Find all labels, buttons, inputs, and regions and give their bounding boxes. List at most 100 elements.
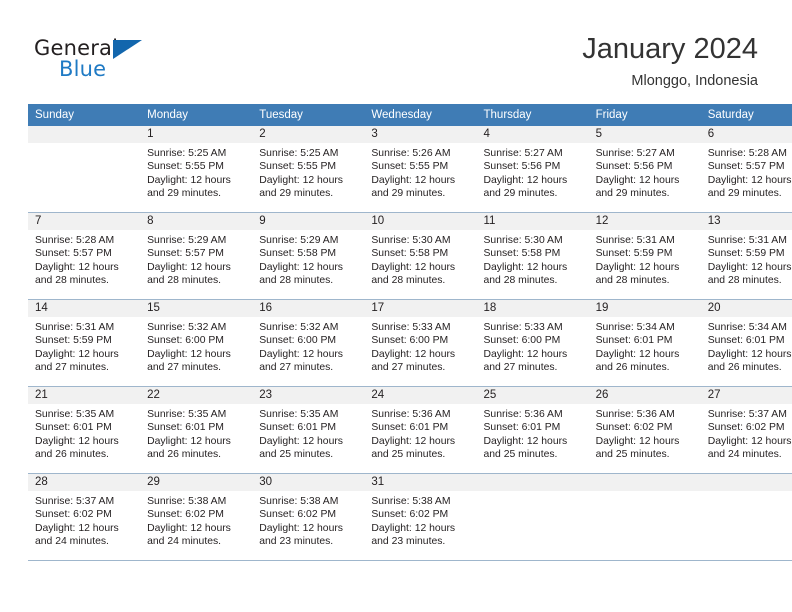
sunrise-text: Sunrise: 5:31 AM xyxy=(35,322,115,333)
daylight-text-line2: and 25 minutes. xyxy=(259,449,334,461)
calendar-cell-day[interactable]: 20 Sunrise: 5:34 AM Sunset: 6:01 PM Dayligh… xyxy=(700,299,792,387)
day-number xyxy=(476,474,589,491)
day-details: Sunrise: 5:29 AM Sunset: 5:58 PM Daylight:… xyxy=(252,230,364,288)
sunrise-text: Sunrise: 5:30 AM xyxy=(483,235,563,246)
sunrise-text: Sunrise: 5:25 AM xyxy=(259,148,339,159)
calendar-cell-day[interactable]: 26 Sunrise: 5:36 AM Sunset: 6:02 PM Dayligh… xyxy=(588,386,701,474)
sunset-text: Sunset: 5:55 PM xyxy=(371,161,449,173)
calendar-cell-day[interactable]: 24 Sunrise: 5:36 AM Sunset: 6:01 PM Dayligh… xyxy=(364,386,477,474)
calendar-cell-empty xyxy=(28,126,141,213)
calendar-cell-day[interactable]: 4 Sunrise: 5:27 AM Sunset: 5:56 PM Daylight… xyxy=(476,126,589,213)
daylight-text-line2: and 24 minutes. xyxy=(707,449,782,461)
calendar-cell-day[interactable]: 19 Sunrise: 5:34 AM Sunset: 6:01 PM Dayligh… xyxy=(588,299,701,387)
calendar-cell-day[interactable]: 22 Sunrise: 5:35 AM Sunset: 6:01 PM Dayligh… xyxy=(140,386,253,474)
calendar-cell-day[interactable]: 8 Sunrise: 5:29 AM Sunset: 5:57 PM Daylight… xyxy=(140,212,253,300)
day-number: 8 xyxy=(140,213,253,230)
sunrise-text: Sunrise: 5:37 AM xyxy=(35,496,115,507)
calendar-cell-day[interactable]: 2 Sunrise: 5:25 AM Sunset: 5:55 PM Daylight… xyxy=(252,126,365,213)
sunrise-text: Sunrise: 5:30 AM xyxy=(371,235,451,246)
brand-logo[interactable]: General Blue xyxy=(34,36,164,86)
calendar-cell-day[interactable]: 7 Sunrise: 5:28 AM Sunset: 5:57 PM Daylight… xyxy=(28,212,141,300)
calendar-cell-day[interactable]: 10 Sunrise: 5:30 AM Sunset: 5:58 PM Dayligh… xyxy=(364,212,477,300)
weekday-header-wednesday: Wednesday xyxy=(364,104,477,126)
calendar-cell-day[interactable]: 23 Sunrise: 5:35 AM Sunset: 6:01 PM Dayligh… xyxy=(252,386,365,474)
daylight-text-line1: Daylight: 12 hours xyxy=(595,435,680,447)
day-number: 16 xyxy=(252,300,365,317)
daylight-text-line1: Daylight: 12 hours xyxy=(707,261,792,273)
calendar-cell-day[interactable]: 3 Sunrise: 5:26 AM Sunset: 5:55 PM Daylight… xyxy=(364,126,477,213)
calendar-week-row: 1 Sunrise: 5:25 AM Sunset: 5:55 PM Daylight… xyxy=(28,126,792,213)
calendar-cell-day[interactable]: 9 Sunrise: 5:29 AM Sunset: 5:58 PM Daylight… xyxy=(252,212,365,300)
calendar-week-row: 7 Sunrise: 5:28 AM Sunset: 5:57 PM Daylight… xyxy=(28,212,792,300)
calendar-body: 1 Sunrise: 5:25 AM Sunset: 5:55 PM Daylight… xyxy=(28,126,792,561)
day-details: Sunrise: 5:38 AM Sunset: 6:02 PM Daylight:… xyxy=(252,491,364,549)
daylight-text-line1: Daylight: 12 hours xyxy=(595,261,680,273)
calendar-cell-day[interactable]: 25 Sunrise: 5:36 AM Sunset: 6:01 PM Dayligh… xyxy=(476,386,589,474)
calendar-cell-day[interactable]: 14 Sunrise: 5:31 AM Sunset: 5:59 PM Dayligh… xyxy=(28,299,141,387)
day-number xyxy=(588,474,701,491)
daylight-text-line1: Daylight: 12 hours xyxy=(483,261,568,273)
day-details: Sunrise: 5:30 AM Sunset: 5:58 PM Daylight:… xyxy=(364,230,476,288)
daylight-text-line2: and 27 minutes. xyxy=(483,362,558,374)
daylight-text-line1: Daylight: 12 hours xyxy=(259,435,343,447)
day-details: Sunrise: 5:36 AM Sunset: 6:02 PM Daylight:… xyxy=(589,404,701,462)
daylight-text-line2: and 28 minutes. xyxy=(147,275,222,287)
calendar-cell-day[interactable]: 5 Sunrise: 5:27 AM Sunset: 5:56 PM Daylight… xyxy=(588,126,701,213)
sunset-text: Sunset: 5:57 PM xyxy=(35,248,112,260)
daylight-text-line2: and 28 minutes. xyxy=(371,275,446,287)
daylight-text-line2: and 27 minutes. xyxy=(259,362,334,374)
sunrise-text: Sunrise: 5:37 AM xyxy=(707,409,787,420)
calendar-cell-day[interactable]: 17 Sunrise: 5:33 AM Sunset: 6:00 PM Dayligh… xyxy=(364,299,477,387)
day-number: 3 xyxy=(364,126,477,143)
sunset-text: Sunset: 5:58 PM xyxy=(483,248,561,260)
sunrise-text: Sunrise: 5:38 AM xyxy=(147,496,227,507)
calendar-cell-day[interactable]: 29 Sunrise: 5:38 AM Sunset: 6:02 PM Dayligh… xyxy=(140,473,253,561)
day-details: Sunrise: 5:37 AM Sunset: 6:02 PM Daylight:… xyxy=(701,404,792,462)
weekday-header-saturday: Saturday xyxy=(700,104,792,126)
day-number: 4 xyxy=(476,126,589,143)
calendar-cell-day[interactable]: 18 Sunrise: 5:33 AM Sunset: 6:00 PM Dayligh… xyxy=(476,299,589,387)
daylight-text-line2: and 24 minutes. xyxy=(35,536,109,548)
day-number xyxy=(28,126,141,143)
daylight-text-line1: Daylight: 12 hours xyxy=(147,522,231,534)
day-number: 7 xyxy=(28,213,141,230)
sunset-text: Sunset: 6:02 PM xyxy=(259,509,337,521)
day-details: Sunrise: 5:32 AM Sunset: 6:00 PM Daylight:… xyxy=(140,317,252,375)
sunrise-text: Sunrise: 5:31 AM xyxy=(707,235,787,246)
daylight-text-line1: Daylight: 12 hours xyxy=(707,435,792,447)
daylight-text-line2: and 29 minutes. xyxy=(483,188,558,200)
calendar-cell-day[interactable]: 15 Sunrise: 5:32 AM Sunset: 6:00 PM Dayligh… xyxy=(140,299,253,387)
calendar-cell-day[interactable]: 13 Sunrise: 5:31 AM Sunset: 5:59 PM Dayligh… xyxy=(700,212,792,300)
daylight-text-line1: Daylight: 12 hours xyxy=(371,261,456,273)
calendar-cell-day[interactable]: 6 Sunrise: 5:28 AM Sunset: 5:57 PM Daylight… xyxy=(700,126,792,213)
daylight-text-line1: Daylight: 12 hours xyxy=(371,435,456,447)
daylight-text-line1: Daylight: 12 hours xyxy=(147,348,231,360)
brand-logo-blue-text: Blue xyxy=(59,57,107,81)
sunset-text: Sunset: 6:02 PM xyxy=(595,422,673,434)
calendar-cell-day[interactable]: 27 Sunrise: 5:37 AM Sunset: 6:02 PM Dayligh… xyxy=(700,386,792,474)
sunrise-text: Sunrise: 5:36 AM xyxy=(595,409,675,420)
calendar-cell-day[interactable]: 12 Sunrise: 5:31 AM Sunset: 5:59 PM Dayligh… xyxy=(588,212,701,300)
sunset-text: Sunset: 6:02 PM xyxy=(35,509,112,521)
calendar-cell-day[interactable]: 31 Sunrise: 5:38 AM Sunset: 6:02 PM Dayligh… xyxy=(364,473,477,561)
calendar-cell-day[interactable]: 16 Sunrise: 5:32 AM Sunset: 6:00 PM Dayligh… xyxy=(252,299,365,387)
daylight-text-line1: Daylight: 12 hours xyxy=(371,174,456,186)
calendar-cell-day[interactable]: 21 Sunrise: 5:35 AM Sunset: 6:01 PM Dayligh… xyxy=(28,386,141,474)
day-number: 24 xyxy=(364,387,477,404)
day-number: 30 xyxy=(252,474,365,491)
sunset-text: Sunset: 6:00 PM xyxy=(483,335,561,347)
calendar-cell-day[interactable]: 1 Sunrise: 5:25 AM Sunset: 5:55 PM Daylight… xyxy=(140,126,253,213)
daylight-text-line2: and 28 minutes. xyxy=(35,275,109,287)
calendar-cell-day[interactable]: 11 Sunrise: 5:30 AM Sunset: 5:58 PM Dayligh… xyxy=(476,212,589,300)
day-number: 14 xyxy=(28,300,141,317)
daylight-text-line2: and 29 minutes. xyxy=(147,188,222,200)
page-title: January 2024 xyxy=(582,33,758,65)
day-number: 5 xyxy=(588,126,701,143)
sunset-text: Sunset: 5:59 PM xyxy=(707,248,785,260)
sunrise-text: Sunrise: 5:35 AM xyxy=(35,409,115,420)
calendar-cell-day[interactable]: 30 Sunrise: 5:38 AM Sunset: 6:02 PM Dayligh… xyxy=(252,473,365,561)
day-details: Sunrise: 5:28 AM Sunset: 5:57 PM Daylight:… xyxy=(28,230,140,288)
weekday-header-monday: Monday xyxy=(140,104,253,126)
calendar-cell-day[interactable]: 28 Sunrise: 5:37 AM Sunset: 6:02 PM Dayligh… xyxy=(28,473,141,561)
calendar-cell-empty xyxy=(476,473,589,561)
